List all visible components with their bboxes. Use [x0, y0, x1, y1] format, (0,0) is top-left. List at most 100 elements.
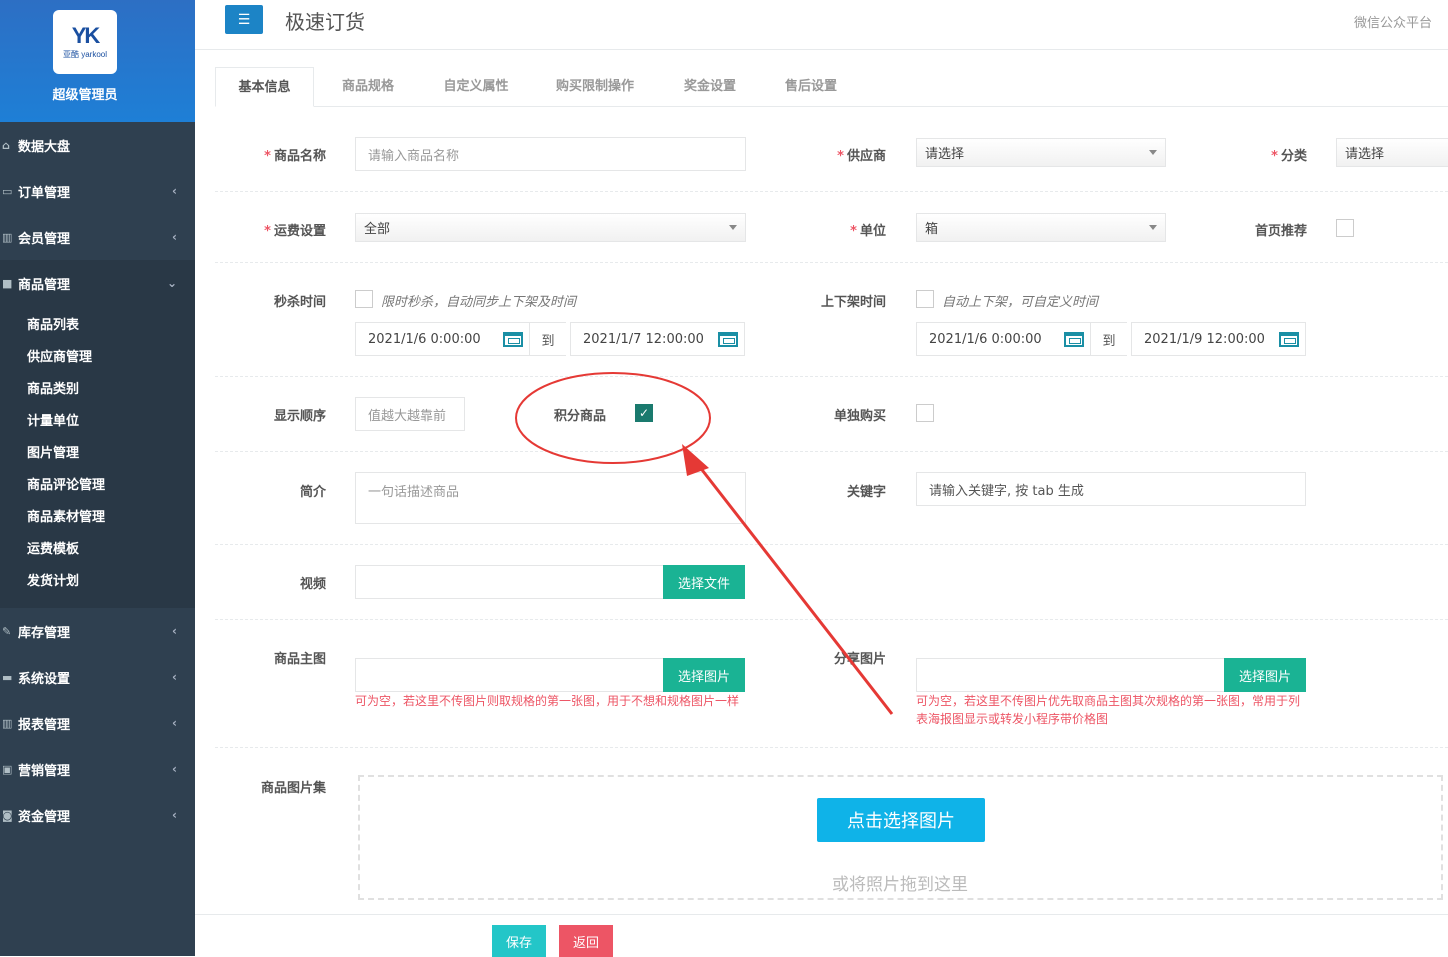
sidebar: YK 亚酷 yarkool 超级管理员 ⌂ 数据大盘 ▭ 订单管理 ‹ ▥ 会员…	[0, 0, 195, 956]
supplier-select[interactable]: 请选择	[916, 138, 1166, 167]
brand-logo: YK 亚酷 yarkool	[53, 10, 117, 74]
shipping-select[interactable]: 全部	[355, 213, 746, 242]
submenu-item-units[interactable]: 计量单位	[0, 406, 195, 438]
main-image-input[interactable]	[355, 658, 664, 692]
sidebar-item-label: 营销管理	[18, 763, 71, 779]
sidebar-item-reports[interactable]: ▥ 报表管理 ‹	[0, 700, 195, 746]
calendar-icon[interactable]	[503, 332, 523, 347]
tab-bar: 基本信息 商品规格 自定义属性 购买限制操作 奖金设置 售后设置	[215, 67, 1448, 107]
save-button[interactable]: 保存	[492, 925, 546, 957]
supplier-select-value: 请选择	[925, 147, 965, 162]
caret-down-icon	[1149, 150, 1157, 155]
choose-main-image-button[interactable]: 选择图片	[663, 658, 745, 692]
calendar-icon[interactable]	[1064, 332, 1084, 347]
keyword-label: 关键字	[846, 485, 886, 500]
logo-mark: YK	[71, 22, 101, 48]
shelf-start-date-value: 2021/1/6 0:00:00	[929, 331, 1042, 347]
sidebar-item-label: 报表管理	[18, 717, 71, 733]
tab-basic-info[interactable]: 基本信息	[215, 67, 314, 107]
sidebar-item-label: 订单管理	[18, 185, 71, 201]
shelf-end-date-input[interactable]: 2021/1/9 12:00:00	[1131, 322, 1306, 356]
row-divider	[215, 544, 1448, 545]
edit-icon: ✎	[2, 624, 12, 638]
sidebar-item-dashboard[interactable]: ⌂ 数据大盘	[0, 122, 195, 168]
chevron-left-icon: ‹	[172, 624, 177, 638]
shipping-label: * 运费设置	[264, 224, 326, 239]
chevron-down-icon: ⌄	[166, 276, 177, 290]
category-select[interactable]: 请选择	[1336, 138, 1448, 167]
intro-textarea[interactable]: 一句话描述商品	[355, 472, 746, 524]
video-file-input[interactable]	[355, 565, 664, 599]
calendar-icon[interactable]	[1279, 332, 1299, 347]
sidebar-item-products[interactable]: ■ 商品管理 ⌄	[0, 260, 195, 306]
annotation-ellipse	[515, 372, 711, 464]
tab-product-specs[interactable]: 商品规格	[325, 67, 411, 107]
submenu-item-suppliers[interactable]: 供应商管理	[0, 342, 195, 374]
row-divider	[215, 619, 1448, 620]
sidebar-item-label: 数据大盘	[18, 139, 71, 155]
submenu-item-delivery-plan[interactable]: 发货计划	[0, 566, 195, 598]
sidebar-item-settings[interactable]: ▬ 系统设置 ‹	[0, 654, 195, 700]
submenu-item-materials[interactable]: 商品素材管理	[0, 502, 195, 534]
tab-custom-attributes[interactable]: 自定义属性	[429, 67, 523, 107]
unit-label: * 单位	[850, 224, 886, 239]
sidebar-item-orders[interactable]: ▭ 订单管理 ‹	[0, 168, 195, 214]
unit-select[interactable]: 箱	[916, 213, 1166, 242]
top-bar: ☰ 极速订货 微信公众平台	[195, 0, 1448, 50]
row-divider	[215, 262, 1448, 263]
shelf-start-date-input[interactable]: 2021/1/6 0:00:00	[916, 322, 1091, 356]
row-divider	[215, 747, 1448, 748]
intro-label: 简介	[299, 485, 326, 500]
share-image-input[interactable]	[916, 658, 1225, 692]
flash-start-date-input[interactable]: 2021/1/6 0:00:00	[355, 322, 530, 356]
back-button[interactable]: 返回	[559, 925, 613, 957]
choose-file-button[interactable]: 选择文件	[663, 565, 745, 599]
submenu-item-shipping-templates[interactable]: 运费模板	[0, 534, 195, 566]
main-image-note: 可为空，若这里不传图片则取规格的第一张图，用于不想和规格图片一样	[355, 694, 740, 708]
shipping-select-value: 全部	[364, 222, 391, 237]
tab-after-sales[interactable]: 售后设置	[768, 67, 854, 107]
shelf-end-date-value: 2021/1/9 12:00:00	[1144, 331, 1265, 347]
sidebar-item-finance[interactable]: ◙ 资金管理 ‹	[0, 792, 195, 838]
choose-share-image-button[interactable]: 选择图片	[1224, 658, 1306, 692]
display-order-input[interactable]: 值越大越靠前	[355, 397, 465, 431]
submenu-item-images[interactable]: 图片管理	[0, 438, 195, 470]
chevron-left-icon: ‹	[172, 762, 177, 776]
admin-name[interactable]: 超级管理员	[0, 84, 170, 103]
logo-text: 亚酷 yarkool	[62, 49, 107, 59]
flash-end-date-value: 2021/1/7 12:00:00	[583, 331, 704, 347]
chevron-left-icon: ‹	[172, 230, 177, 244]
submenu-item-product-list[interactable]: 商品列表	[0, 310, 195, 342]
tab-purchase-limits[interactable]: 购买限制操作	[545, 67, 645, 107]
sidebar-header: YK 亚酷 yarkool 超级管理员	[0, 0, 195, 122]
points-product-checkbox[interactable]: ✓	[635, 404, 653, 422]
sidebar-item-marketing[interactable]: ▣ 营销管理 ‹	[0, 746, 195, 792]
money-icon: ◙	[2, 808, 13, 822]
desktop-icon: ▬	[2, 670, 13, 684]
flash-sale-checkbox[interactable]	[355, 290, 373, 308]
home-recommend-checkbox[interactable]	[1336, 219, 1354, 237]
row-divider	[215, 376, 1448, 377]
calendar-icon[interactable]	[718, 332, 738, 347]
keyword-input[interactable]: 请输入关键字, 按 tab 生成	[916, 472, 1306, 506]
product-name-input[interactable]: 请输入商品名称	[355, 137, 746, 171]
wechat-platform-link[interactable]: 微信公众平台	[1354, 12, 1432, 31]
submenu-item-categories[interactable]: 商品类别	[0, 374, 195, 406]
tab-bonus-settings[interactable]: 奖金设置	[667, 67, 753, 107]
single-purchase-checkbox[interactable]	[916, 404, 934, 422]
pick-images-button[interactable]: 点击选择图片	[817, 798, 985, 842]
single-purchase-label: 单独购买	[833, 409, 886, 424]
sidebar-item-label: 资金管理	[18, 809, 71, 825]
sidebar-item-label: 库存管理	[18, 625, 71, 641]
supplier-label: * 供应商	[837, 149, 886, 164]
shelf-time-hint: 自动上下架，可自定义时间	[942, 295, 1099, 310]
row-divider	[215, 191, 1448, 192]
unit-select-value: 箱	[925, 222, 939, 237]
page-title: 极速订货	[285, 10, 365, 34]
sidebar-item-members[interactable]: ▥ 会员管理 ‹	[0, 214, 195, 260]
flash-end-date-input[interactable]: 2021/1/7 12:00:00	[570, 322, 745, 356]
shelf-time-checkbox[interactable]	[916, 290, 934, 308]
submenu-item-reviews[interactable]: 商品评论管理	[0, 470, 195, 502]
sidebar-item-inventory[interactable]: ✎ 库存管理 ‹	[0, 608, 195, 654]
menu-toggle-button[interactable]: ☰	[225, 5, 263, 34]
